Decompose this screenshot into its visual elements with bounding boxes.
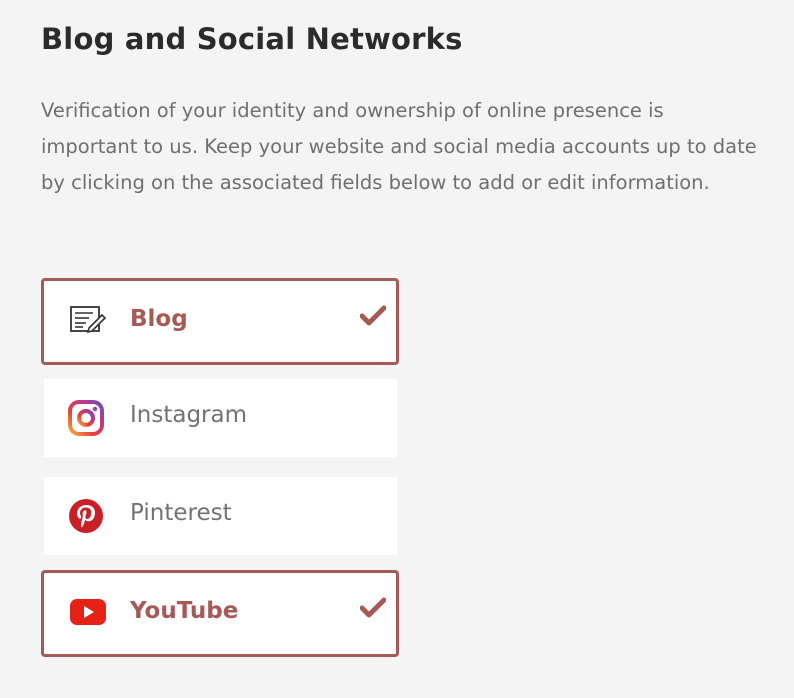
section-title: Blog and Social Networks [41, 22, 463, 56]
network-item-instagram[interactable]: Instagram [44, 379, 397, 457]
network-label-instagram: Instagram [130, 402, 248, 428]
youtube-icon [68, 592, 108, 632]
check-icon [359, 597, 387, 619]
network-label-blog: Blog [130, 306, 188, 332]
blog-edit-icon [68, 300, 108, 340]
network-item-blog[interactable]: Blog [41, 278, 399, 365]
section-description: Verification of your identity and owners… [41, 99, 757, 194]
instagram-icon [66, 398, 106, 438]
check-icon [359, 305, 387, 327]
network-label-youtube: YouTube [130, 598, 239, 624]
network-item-pinterest[interactable]: Pinterest [44, 477, 397, 555]
network-item-youtube[interactable]: YouTube [41, 570, 399, 657]
pinterest-icon [66, 496, 106, 536]
network-label-pinterest: Pinterest [130, 500, 232, 526]
